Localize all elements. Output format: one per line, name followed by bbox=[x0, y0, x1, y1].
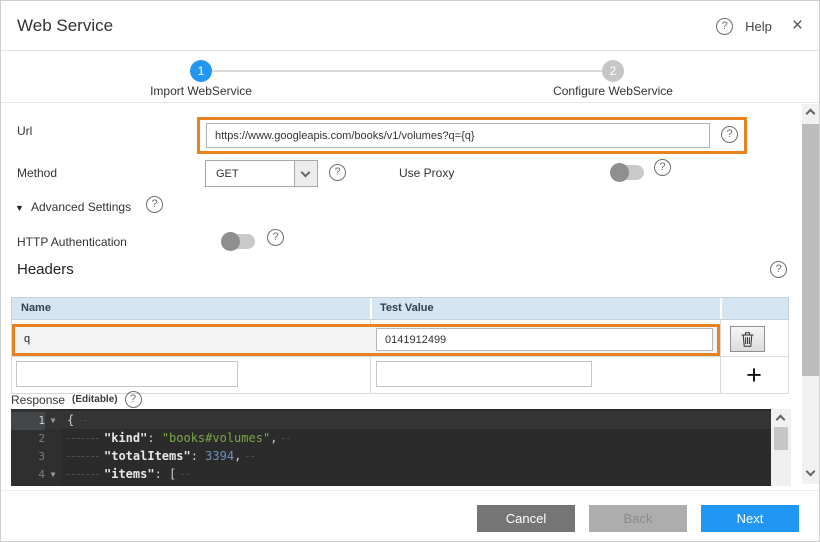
code-token: 3394 bbox=[205, 449, 234, 463]
indent-guide bbox=[67, 438, 99, 439]
stepper-connector bbox=[201, 70, 613, 72]
code-token: "kind" bbox=[104, 431, 147, 445]
url-input[interactable] bbox=[206, 123, 710, 148]
title-bar: Web Service ? Help × bbox=[1, 1, 819, 51]
url-highlight-annotation: ? bbox=[197, 117, 747, 154]
method-label: Method bbox=[17, 166, 57, 180]
next-button[interactable]: Next bbox=[701, 505, 799, 532]
line-number: 3 bbox=[11, 448, 45, 466]
fold-arrow-icon[interactable]: ▼ bbox=[45, 412, 61, 430]
headers-table-header: Name Test Value bbox=[11, 297, 789, 320]
headers-table-body: q + bbox=[11, 320, 789, 394]
page-scrollbar[interactable] bbox=[802, 104, 819, 484]
column-header-test-value: Test Value bbox=[370, 298, 720, 319]
indent-guide bbox=[67, 474, 99, 475]
code-line: 2 "kind": "books#volumes", bbox=[11, 429, 771, 447]
code-token: , bbox=[234, 449, 241, 463]
http-auth-label: HTTP Authentication bbox=[17, 235, 127, 249]
row-divider bbox=[12, 356, 788, 357]
step-1-label: Import WebService bbox=[101, 84, 301, 98]
scroll-up-icon[interactable] bbox=[776, 415, 786, 425]
header-name-cell[interactable]: q bbox=[15, 327, 367, 353]
line-number: 2 bbox=[11, 430, 45, 448]
response-help-icon[interactable]: ? bbox=[125, 391, 142, 408]
line-number: 4 bbox=[11, 466, 45, 484]
code-token: [ bbox=[169, 467, 176, 481]
code-line: 4▼ "items": [ bbox=[11, 465, 771, 483]
whitespace-mark bbox=[282, 438, 290, 439]
scroll-down-icon[interactable] bbox=[806, 467, 816, 477]
line-number: 1 bbox=[11, 412, 45, 430]
scroll-up-icon[interactable] bbox=[806, 109, 816, 119]
toggle-knob bbox=[610, 163, 629, 182]
method-select-arrow[interactable] bbox=[294, 161, 317, 186]
header-test-value-input[interactable] bbox=[376, 328, 713, 351]
cancel-button[interactable]: Cancel bbox=[477, 505, 575, 532]
new-header-value-input[interactable] bbox=[376, 361, 592, 387]
headers-table: Name Test Value q bbox=[11, 297, 789, 394]
chevron-down-icon bbox=[301, 168, 311, 178]
back-button[interactable]: Back bbox=[589, 505, 687, 532]
column-header-actions bbox=[720, 298, 788, 319]
indent-guide bbox=[67, 456, 99, 457]
dialog-title: Web Service bbox=[17, 16, 113, 36]
use-proxy-help-icon[interactable]: ? bbox=[654, 159, 671, 176]
http-auth-toggle[interactable] bbox=[223, 234, 255, 249]
code-line: 3 "totalItems": 3394, bbox=[11, 447, 771, 465]
web-service-dialog: Web Service ? Help × 1 2 Import WebServi… bbox=[0, 0, 820, 542]
new-header-name-input[interactable] bbox=[16, 361, 238, 387]
whitespace-mark bbox=[181, 474, 189, 475]
advanced-settings-label[interactable]: Advanced Settings bbox=[31, 200, 131, 214]
trash-icon bbox=[741, 332, 754, 347]
collapse-triangle-icon[interactable]: ▼ bbox=[15, 203, 24, 213]
response-label: Response bbox=[11, 393, 65, 407]
code-token: "items" bbox=[104, 467, 155, 481]
whitespace-mark bbox=[246, 456, 254, 457]
advanced-settings-help-icon[interactable]: ? bbox=[146, 196, 163, 213]
wizard-stepper: 1 2 Import WebService Configure WebServi… bbox=[1, 51, 819, 103]
delete-header-button[interactable] bbox=[730, 326, 765, 352]
code-token: : bbox=[155, 467, 169, 481]
editor-scrollbar[interactable] bbox=[771, 409, 791, 486]
method-select[interactable]: GET bbox=[205, 160, 318, 187]
code-token: "totalItems" bbox=[104, 449, 191, 463]
step-2-circle[interactable]: 2 bbox=[602, 60, 624, 82]
headers-section-title: Headers bbox=[17, 261, 74, 278]
url-label: Url bbox=[17, 124, 32, 138]
code-token: , bbox=[270, 431, 277, 445]
step-1-circle[interactable]: 1 bbox=[190, 60, 212, 82]
add-header-button[interactable]: + bbox=[720, 358, 788, 394]
code-line: 1▼ { bbox=[11, 411, 771, 429]
close-icon[interactable]: × bbox=[792, 15, 803, 37]
toggle-knob bbox=[221, 232, 240, 251]
url-help-icon[interactable]: ? bbox=[721, 126, 738, 143]
code-token: "books#volumes" bbox=[162, 431, 270, 445]
method-select-value: GET bbox=[216, 168, 239, 180]
step-2-label: Configure WebService bbox=[513, 84, 713, 98]
code-token: : bbox=[147, 431, 161, 445]
response-code-editor[interactable]: 1▼{ 2"kind": "books#volumes", 3"totalIte… bbox=[11, 409, 791, 486]
page-scrollbar-thumb[interactable] bbox=[802, 124, 819, 376]
method-help-icon[interactable]: ? bbox=[329, 164, 346, 181]
fold-arrow-icon[interactable]: ▼ bbox=[45, 466, 61, 484]
column-header-name: Name bbox=[12, 298, 370, 319]
editor-scrollbar-thumb[interactable] bbox=[774, 427, 788, 450]
help-link[interactable]: Help bbox=[745, 19, 772, 34]
code-token: { bbox=[67, 413, 74, 427]
whitespace-mark bbox=[79, 420, 87, 421]
use-proxy-toggle[interactable] bbox=[612, 165, 644, 180]
code-token: : bbox=[191, 449, 205, 463]
http-auth-help-icon[interactable]: ? bbox=[267, 229, 284, 246]
dialog-content: Url ? Method GET ? Use Proxy ? ▼ Advance… bbox=[1, 103, 819, 491]
use-proxy-label: Use Proxy bbox=[399, 166, 454, 180]
response-editable-label: (Editable) bbox=[72, 394, 118, 405]
headers-help-icon[interactable]: ? bbox=[770, 261, 787, 278]
help-icon[interactable]: ? bbox=[716, 18, 733, 35]
